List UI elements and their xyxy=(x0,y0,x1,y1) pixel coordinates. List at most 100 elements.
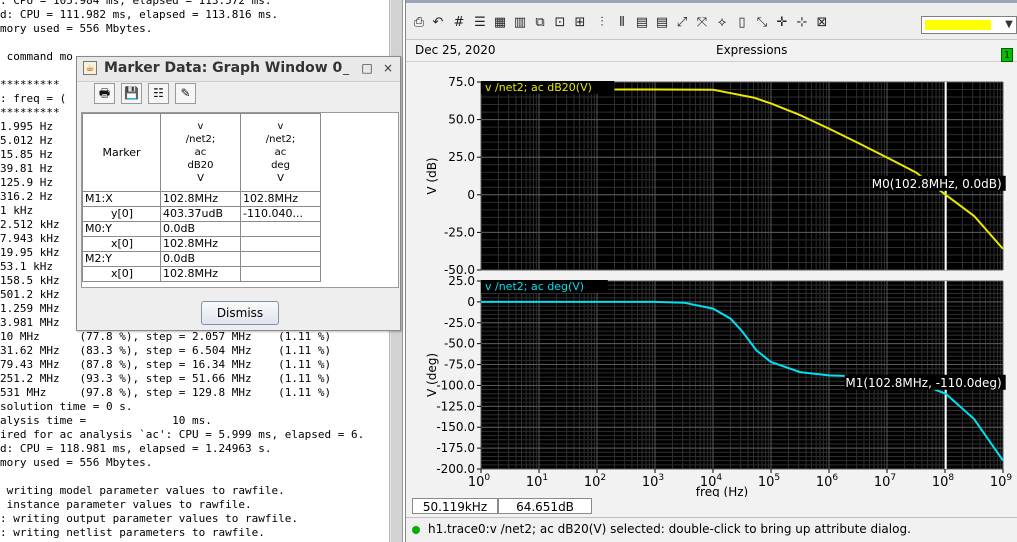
zoom-window-icon[interactable]: ⊞ xyxy=(572,15,588,31)
delete-window-icon[interactable]: ⊠ xyxy=(814,15,830,31)
marker-cell xyxy=(240,236,321,252)
header-deg-text: v /net2; ac deg V xyxy=(265,121,296,184)
terminal-line: 1 kHz xyxy=(0,204,34,217)
pan-icon[interactable]: ✛ xyxy=(774,15,790,31)
terminal-line: : writing netlist parameters to rawfile. xyxy=(0,526,265,539)
column-header-deg[interactable]: v /net2; ac deg V xyxy=(240,113,321,192)
layout-icon[interactable]: ▦ xyxy=(492,15,508,31)
undo-icon[interactable]: ↶ xyxy=(430,15,446,31)
graph-header: Dec 25, 2020 Expressions 1 xyxy=(406,40,1017,62)
column-header-db20[interactable]: v /net2; ac dB20 V xyxy=(160,113,241,192)
table-row[interactable]: x[0] 102.8MHz xyxy=(82,236,321,252)
terminal-line: ired for ac analysis `ac': CPU = 5.999 m… xyxy=(0,428,365,441)
terminal-line: 501.2 kHz xyxy=(0,288,60,301)
cursor-x-readout: 50.119kHz xyxy=(412,498,498,514)
hide-icon[interactable]: ⤧ xyxy=(694,15,710,31)
layout-split-icon[interactable]: ▥ xyxy=(512,15,528,31)
print-icon[interactable]: ⎙ xyxy=(411,15,427,31)
marker-row-label: M2:Y xyxy=(82,251,161,267)
terminal-line: mory used = 556 Mbytes. xyxy=(0,456,153,469)
save-icon[interactable]: 💾 xyxy=(121,83,142,104)
print-icon[interactable]: 🖶 xyxy=(94,83,115,104)
window-number-badge: 1 xyxy=(1001,48,1013,62)
trace-title: v /net2; ac dB20(V) xyxy=(485,81,592,94)
java-app-icon: ☕ xyxy=(83,61,97,75)
status-message: h1.trace0:v /net2; ac dB20(V) selected: … xyxy=(428,522,911,536)
dialog-titlebar[interactable]: ☕ Marker Data: Graph Window 0 _ □ × xyxy=(77,57,400,82)
y-tick-label: -25.0 xyxy=(444,316,475,330)
x-tick-label: 102 xyxy=(584,473,606,490)
expand-icon[interactable]: ⤡ xyxy=(754,15,770,31)
dismiss-button[interactable]: Dismiss xyxy=(201,301,279,325)
graph-date: Dec 25, 2020 xyxy=(415,43,496,57)
table-row[interactable]: M2:Y 0.0dB xyxy=(82,251,321,267)
edit-icon[interactable]: ✎ xyxy=(175,83,196,104)
terminal-line: ********* xyxy=(0,78,60,91)
y-tick-label: -100.0 xyxy=(436,378,475,392)
marker-row-label: M0:Y xyxy=(82,221,161,237)
y-axis-label: V (dB) xyxy=(425,157,439,194)
zoom-fit-icon[interactable]: ⊡ xyxy=(552,15,568,31)
marker-cell: 102.8MHz xyxy=(160,266,241,282)
grid-icon[interactable]: # xyxy=(451,15,467,31)
y-tick-label: -75.0 xyxy=(444,358,475,372)
terminal-line: 15.85 Hz xyxy=(0,148,53,161)
marker-cell: 102.8MHz xyxy=(160,191,241,207)
minimize-icon[interactable]: _ xyxy=(339,61,353,75)
y-tick-label: -175.0 xyxy=(436,441,475,455)
column-header-marker[interactable]: Marker xyxy=(82,113,161,192)
terminal-line: 10 MHz (77.8 %), step = 2.057 MHz (1.11 … xyxy=(0,330,332,343)
copy-icon[interactable]: ⧉ xyxy=(532,15,548,31)
crosshair-icon[interactable]: ⟡ xyxy=(714,15,730,31)
terminal-line: 79.43 MHz (87.8 %), step = 16.34 MHz (1.… xyxy=(0,358,332,371)
calculator-icon[interactable]: ▯ xyxy=(734,15,750,31)
zoom-all-icon[interactable]: ⊹ xyxy=(794,15,810,31)
marker-cell: 0.0dB xyxy=(160,251,241,267)
y-tick-label: 25.0 xyxy=(448,274,475,288)
table-row[interactable]: M0:Y 0.0dB xyxy=(82,221,321,237)
status-bar: h1.trace0:v /net2; ac dB20(V) selected: … xyxy=(406,517,1017,542)
marker-row-label: x[0] xyxy=(82,266,161,282)
table-icon[interactable]: ▤ xyxy=(634,15,650,31)
terminal-line: 7.943 kHz xyxy=(0,232,60,245)
maximize-icon[interactable]: □ xyxy=(360,61,374,75)
trace-color-select[interactable]: ▼ xyxy=(921,16,1017,34)
terminal-line: alysis time = 10 ms. xyxy=(0,414,212,427)
measure-icon[interactable]: ⤢ xyxy=(674,15,690,31)
close-icon[interactable]: × xyxy=(381,61,395,75)
chevron-down-icon[interactable]: ▼ xyxy=(1002,17,1016,33)
x-tick-label: 100 xyxy=(468,473,491,490)
x-tick-label: 101 xyxy=(526,473,548,490)
marker-cell xyxy=(240,266,321,282)
terminal-line: 3.981 MHz xyxy=(0,316,60,329)
table-row[interactable]: M1:X 102.8MHz 102.8MHz xyxy=(82,191,321,207)
marker-row-label: y[0] xyxy=(82,206,161,222)
x-tick-label: 106 xyxy=(816,473,839,490)
terminal-line: writing model parameter values to rawfil… xyxy=(0,484,285,497)
terminal-line: mory used = 556 Mbytes. xyxy=(0,22,153,35)
columns-icon[interactable]: ⦀ xyxy=(614,15,630,31)
y-tick-label: 0 xyxy=(467,188,475,202)
y-axis-label: V (deg) xyxy=(425,353,439,397)
marker-data-dialog: ☕ Marker Data: Graph Window 0 _ □ × 🖶 💾 … xyxy=(76,56,401,331)
waveform-plots[interactable]: 75.0 50.0 25.0 0 -25.0 -50.0 V (dB) v /net2; ac… xyxy=(406,62,1017,497)
x-tick-label: 109 xyxy=(990,473,1013,490)
status-indicator-icon xyxy=(412,526,420,534)
expressions-label[interactable]: Expressions xyxy=(716,43,787,57)
bar-icon[interactable]: ⫶ xyxy=(594,15,610,31)
strip-icon[interactable]: ☰ xyxy=(472,15,488,31)
table-format-icon[interactable]: ☷ xyxy=(148,83,169,104)
terminal-line: 53.1 kHz xyxy=(0,260,53,273)
terminal-line: : freq = ( xyxy=(0,92,67,105)
marker-cell: 102.8MHz xyxy=(160,236,241,252)
table-row[interactable]: y[0] 403.37udB -110.040... xyxy=(82,206,321,222)
terminal-line: 316.2 Hz xyxy=(0,190,53,203)
terminal-line: 5.012 Hz xyxy=(0,134,53,147)
x-tick-label: 105 xyxy=(758,473,780,490)
terminal-line: : writing output parameter values to raw… xyxy=(0,512,299,525)
table-alt-icon[interactable]: ▤ xyxy=(654,15,670,31)
cursor-y-readout: 64.651dB xyxy=(498,498,592,514)
table-row[interactable]: x[0] 102.8MHz xyxy=(82,266,321,282)
terminal-line: 2.512 kHz xyxy=(0,218,60,231)
terminal-line: 158.5 kHz xyxy=(0,274,60,287)
